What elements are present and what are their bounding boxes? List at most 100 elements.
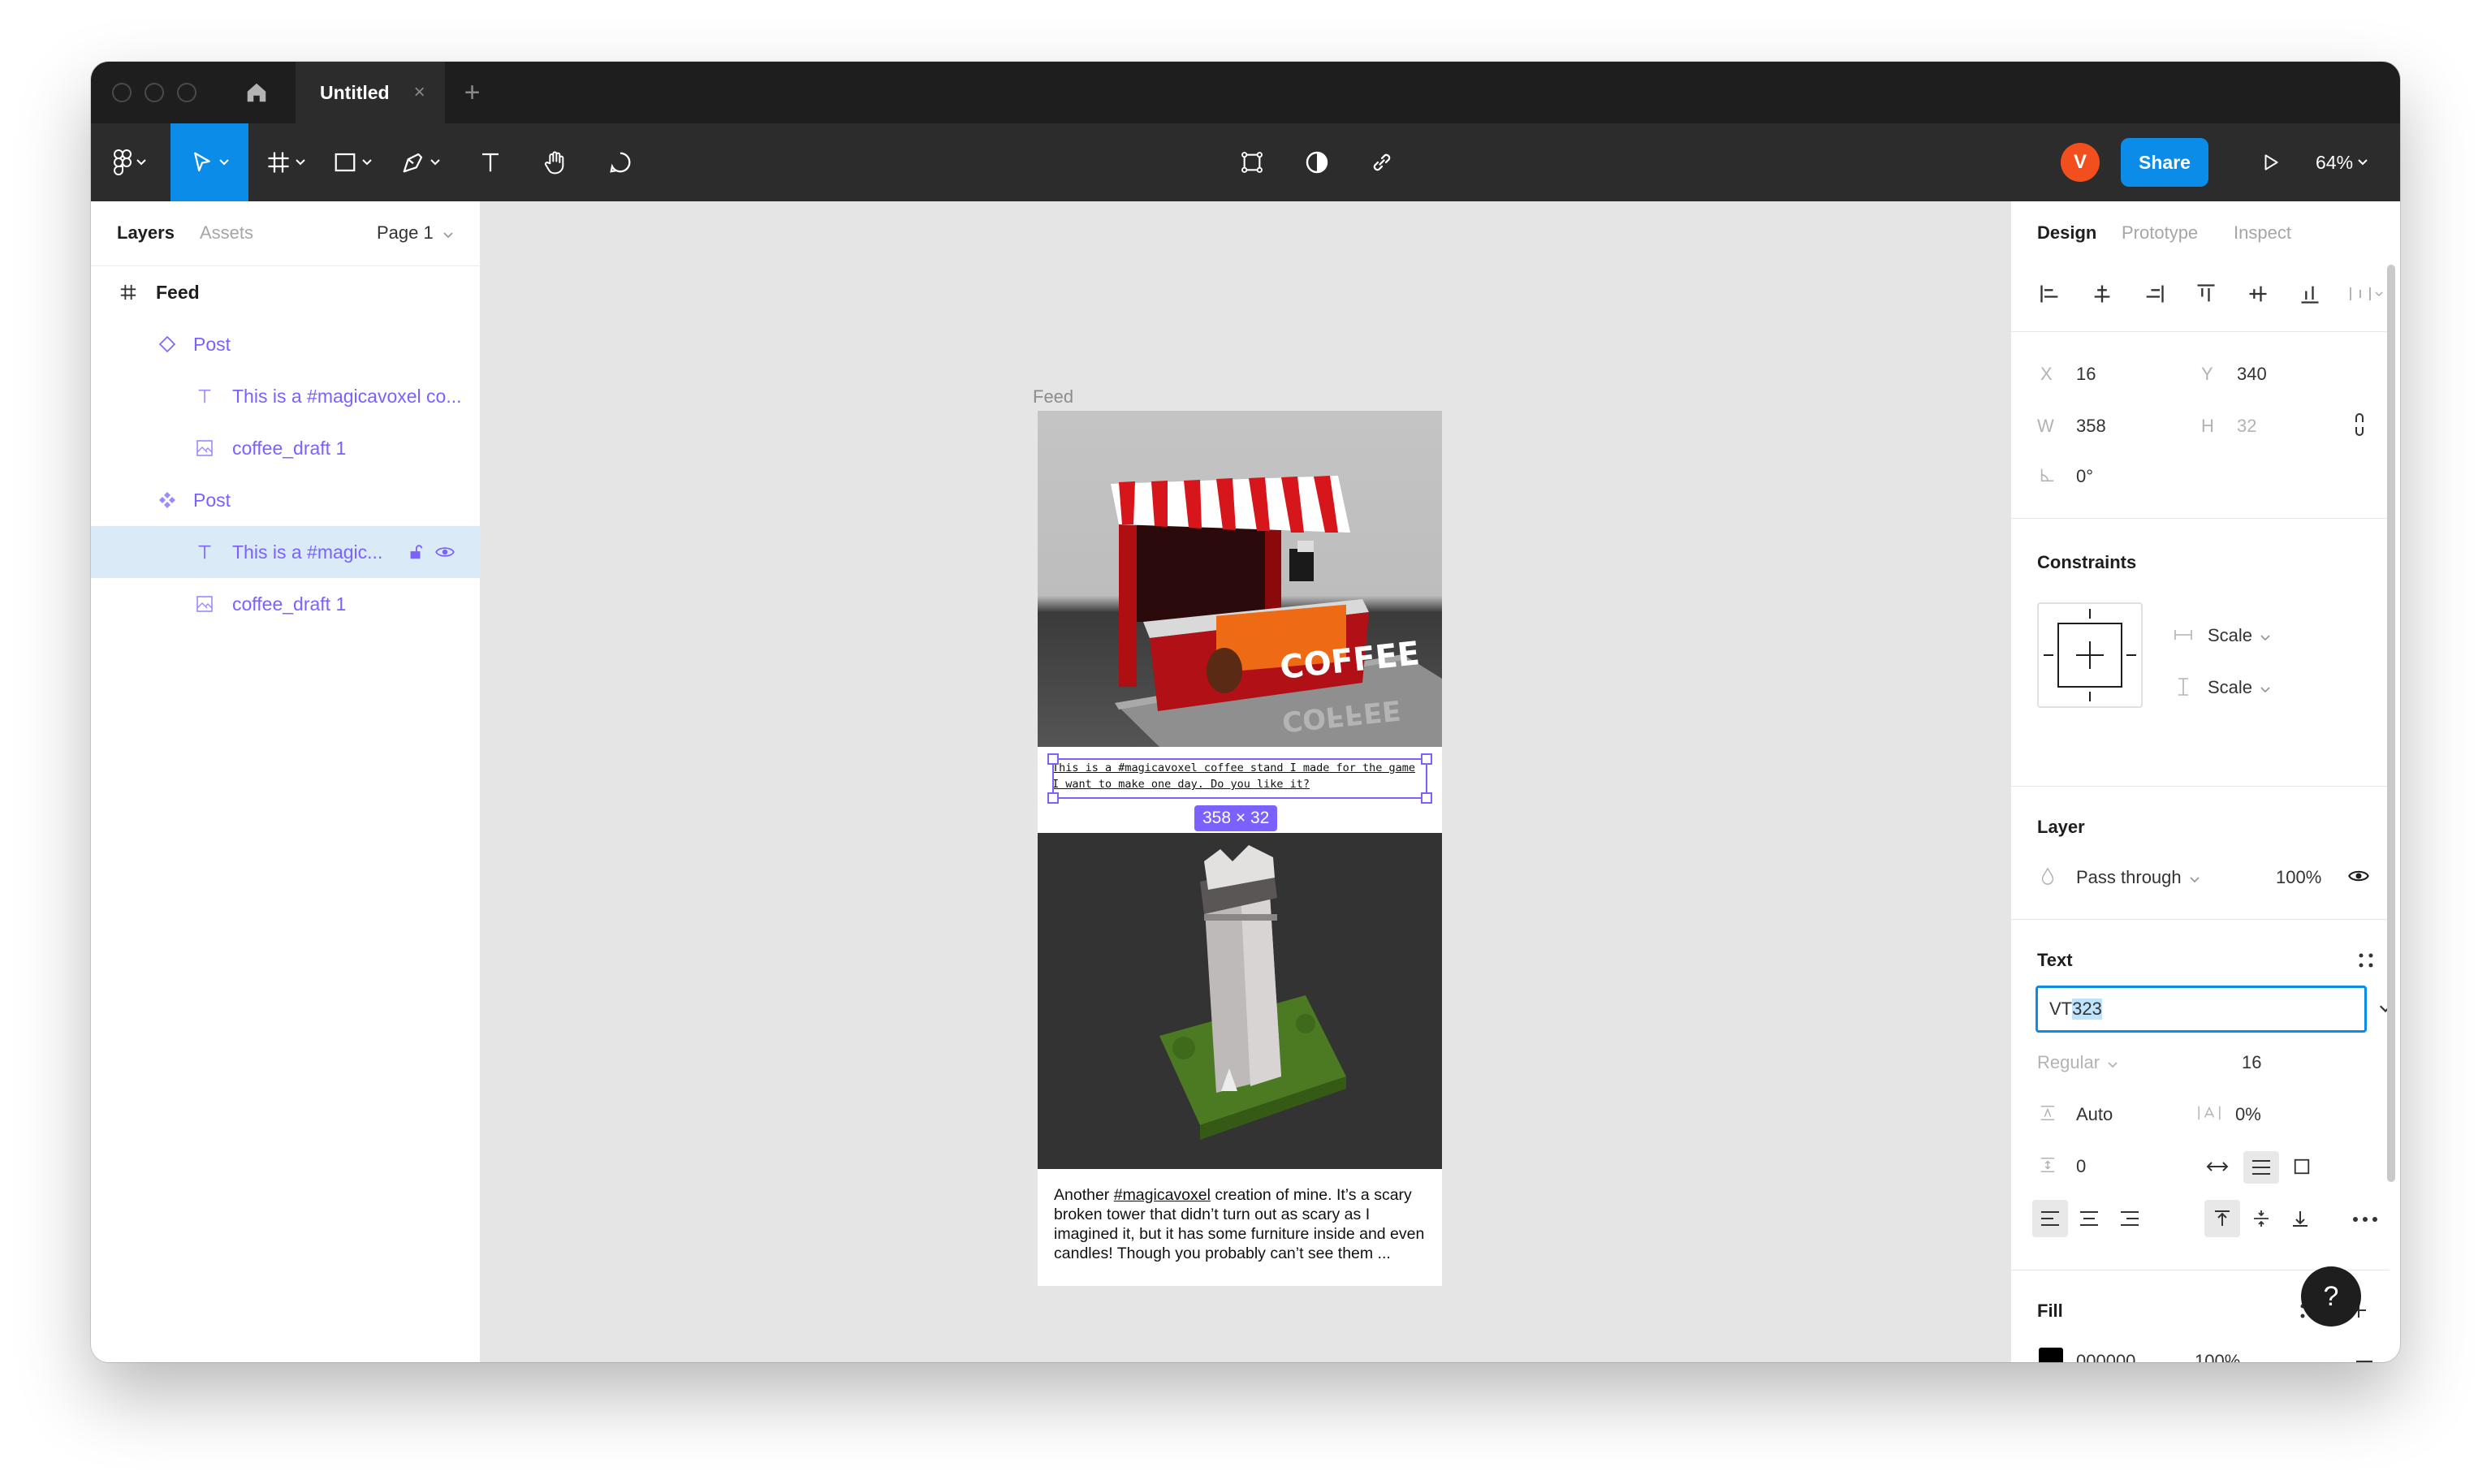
align-left-icon[interactable]: [2036, 279, 2065, 308]
selection-box[interactable]: [1047, 753, 1432, 804]
text-align-center-icon[interactable]: [2073, 1201, 2105, 1236]
frame-tool-button[interactable]: [253, 123, 318, 201]
new-tab-button[interactable]: +: [464, 79, 481, 106]
pen-tool-button[interactable]: [386, 123, 455, 201]
line-height-input[interactable]: Auto: [2076, 1104, 2113, 1125]
layer-image-2[interactable]: coffee_draft 1: [91, 578, 481, 630]
align-top-icon[interactable]: [2191, 279, 2221, 308]
frame-label[interactable]: Feed: [1033, 386, 1073, 408]
eye-icon[interactable]: [432, 539, 458, 565]
align-horizontal-center-icon[interactable]: [2087, 279, 2117, 308]
move-tool-icon: [194, 152, 210, 172]
user-avatar[interactable]: V: [2061, 143, 2100, 182]
minimize-window-button[interactable]: [145, 83, 164, 102]
design-canvas[interactable]: Feed COFFEE COFFEE This is a #magicavoxe…: [481, 201, 2010, 1362]
properties-scrollbar[interactable]: [2387, 265, 2395, 1182]
text-tool-button[interactable]: [458, 123, 523, 201]
blend-mode-dropdown[interactable]: Pass through: [2076, 867, 2200, 888]
x-input[interactable]: 16: [2076, 364, 2096, 385]
tab-design[interactable]: Design: [2037, 222, 2096, 244]
close-tab-icon[interactable]: ×: [414, 81, 425, 104]
align-right-icon[interactable]: [2139, 279, 2169, 308]
page-selector[interactable]: Page 1: [377, 222, 453, 244]
eye-icon[interactable]: [2344, 862, 2373, 890]
resize-handle[interactable]: [1421, 792, 1432, 804]
divider: [2011, 919, 2390, 920]
feed-frame[interactable]: COFFEE COFFEE This is a #magicavoxel cof…: [1038, 411, 1442, 1286]
fill-opacity-input[interactable]: 100%: [2195, 1351, 2240, 1362]
paragraph-spacing-input[interactable]: 0: [2076, 1156, 2086, 1177]
w-label: W: [2037, 416, 2054, 436]
post-2-hashtag[interactable]: #magicavoxel: [1114, 1186, 1211, 1204]
tab-inspect[interactable]: Inspect: [2234, 222, 2291, 244]
fill-hex-input[interactable]: 000000: [2076, 1351, 2135, 1362]
layer-text-2-selected[interactable]: This is a #magic...: [91, 526, 481, 578]
resize-handle[interactable]: [1421, 753, 1432, 765]
more-options-icon[interactable]: [2347, 1203, 2383, 1236]
width-input[interactable]: 358: [2076, 416, 2106, 437]
layer-image-1[interactable]: coffee_draft 1: [91, 422, 481, 474]
auto-height-icon[interactable]: [2243, 1151, 2279, 1184]
vertical-constraint-dropdown[interactable]: Scale: [2208, 677, 2270, 698]
text-styles-icon[interactable]: [2352, 947, 2380, 974]
horizontal-constraint-dropdown[interactable]: Scale: [2208, 625, 2270, 646]
home-button[interactable]: [239, 75, 274, 110]
tab-assets[interactable]: Assets: [200, 222, 253, 244]
zoom-window-button[interactable]: [177, 83, 196, 102]
font-family-input[interactable]: VT 323: [2036, 986, 2367, 1033]
align-bottom-icon[interactable]: [2295, 279, 2325, 308]
layer-post-2[interactable]: Post: [91, 474, 481, 526]
y-label: Y: [2201, 364, 2213, 384]
resize-handle[interactable]: [1047, 753, 1059, 765]
layer-opacity-input[interactable]: 100%: [2276, 867, 2321, 888]
resize-handle[interactable]: [1047, 792, 1059, 804]
layer-text-1[interactable]: This is a #magicavoxel co...: [91, 370, 481, 422]
auto-width-icon[interactable]: [2203, 1153, 2232, 1180]
unlock-icon[interactable]: [403, 539, 429, 565]
remove-fill-icon[interactable]: [2352, 1349, 2377, 1362]
zoom-dropdown[interactable]: 64%: [2316, 123, 2368, 201]
font-size-input[interactable]: 16: [2242, 1052, 2261, 1073]
layer-post-1[interactable]: Post: [91, 318, 481, 370]
distribute-icon[interactable]: [2346, 279, 2386, 308]
tower-image[interactable]: [1038, 833, 1442, 1169]
text-align-right-icon[interactable]: [2113, 1201, 2146, 1236]
tab-prototype[interactable]: Prototype: [2122, 222, 2198, 244]
height-input[interactable]: 32: [2237, 416, 2256, 437]
letter-spacing-input[interactable]: 0%: [2235, 1104, 2261, 1125]
fixed-size-icon[interactable]: [2287, 1153, 2316, 1180]
align-text-top-icon[interactable]: [2204, 1200, 2240, 1237]
y-input[interactable]: 340: [2237, 364, 2267, 385]
hand-tool-button[interactable]: [523, 123, 588, 201]
create-component-button[interactable]: [1220, 123, 1284, 201]
divider: [2011, 786, 2390, 787]
coffee-stand-image[interactable]: COFFEE COFFEE: [1038, 411, 1442, 747]
help-button[interactable]: ?: [2301, 1266, 2361, 1327]
rotation-input[interactable]: 0°: [2076, 466, 2093, 487]
mask-button[interactable]: [1284, 123, 1349, 201]
font-style-dropdown[interactable]: Regular: [2037, 1052, 2118, 1073]
component-main-icon: [154, 487, 180, 513]
chevron-down-icon: [219, 159, 229, 166]
text-align-left-icon[interactable]: [2032, 1200, 2068, 1237]
home-icon: [247, 83, 266, 102]
constrain-proportions-icon[interactable]: [2347, 411, 2372, 438]
tab-layers[interactable]: Layers: [117, 222, 175, 244]
align-text-middle-icon[interactable]: [2245, 1201, 2277, 1236]
constraint-widget[interactable]: [2037, 602, 2143, 708]
post-2-caption[interactable]: Another #magicavoxel creation of mine. I…: [1054, 1185, 1432, 1263]
layer-feed[interactable]: Feed: [91, 266, 481, 318]
shape-tool-button[interactable]: [318, 123, 386, 201]
main-menu-button[interactable]: [91, 123, 169, 201]
fill-color-swatch[interactable]: [2039, 1348, 2063, 1362]
share-button[interactable]: Share: [2121, 138, 2208, 187]
align-text-bottom-icon[interactable]: [2284, 1201, 2316, 1236]
present-button[interactable]: [2243, 123, 2299, 201]
frame-icon: [115, 279, 141, 305]
comment-tool-button[interactable]: [588, 123, 653, 201]
file-tab[interactable]: Untitled ×: [296, 62, 445, 123]
align-vertical-center-icon[interactable]: [2243, 279, 2273, 308]
move-tool-button[interactable]: [171, 123, 248, 201]
link-button[interactable]: [1349, 123, 1414, 201]
close-window-button[interactable]: [112, 83, 132, 102]
